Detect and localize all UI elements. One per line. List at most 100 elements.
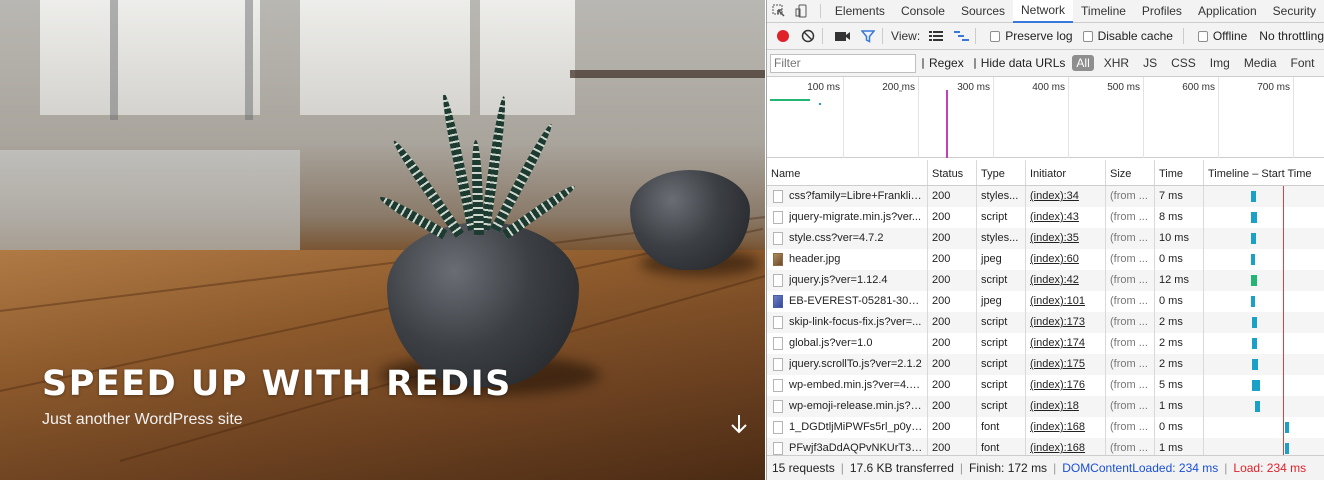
cell-status: 200 — [928, 417, 977, 438]
divider: | — [959, 461, 964, 475]
cell-size: (from ... — [1106, 291, 1155, 312]
cell-name[interactable]: jquery.scrollTo.js?ver=2.1.2 — [767, 354, 928, 375]
filter-icon[interactable] — [859, 25, 879, 47]
cell-status: 200 — [928, 228, 977, 249]
timing-bar — [1251, 191, 1256, 202]
filter-type-img[interactable]: Img — [1206, 55, 1234, 71]
table-row[interactable]: style.css?ver=4.7.2 200 styles... (index):3… — [767, 228, 1324, 249]
table-row[interactable]: skip-link-focus-fix.js?ver=... 200 script(… — [767, 312, 1324, 333]
column-header[interactable]: Name — [767, 160, 928, 185]
regex-checkbox[interactable] — [922, 57, 924, 69]
table-row[interactable]: 1_DGDtljMiPWFs5rl_p0yGl... 200 font (index)… — [767, 417, 1324, 438]
overview-tick-label: 400 ms — [1032, 82, 1065, 93]
column-header[interactable]: Status — [928, 160, 977, 185]
cell-initiator[interactable]: (index):174 — [1026, 333, 1106, 354]
file-icon — [773, 421, 783, 434]
table-row[interactable]: global.js?ver=1.0 200 script (index):174 (fr… — [767, 333, 1324, 354]
cell-name[interactable]: PFwjf3aDdAQPvNKUrT3U... — [767, 438, 928, 455]
device-mode-icon[interactable] — [791, 0, 815, 23]
cell-initiator[interactable]: (index):42 — [1026, 270, 1106, 291]
preserve-log-checkbox[interactable] — [990, 30, 1001, 42]
cell-initiator[interactable]: (index):35 — [1026, 228, 1106, 249]
cell-status: 200 — [928, 186, 977, 207]
file-icon — [773, 442, 783, 455]
disable-cache-label: Disable cache — [1097, 29, 1173, 43]
cell-name[interactable]: 1_DGDtljMiPWFs5rl_p0yGl... — [767, 417, 928, 438]
tab-application[interactable]: Application — [1190, 0, 1265, 23]
cell-name[interactable]: header.jpg — [767, 249, 928, 270]
tab-timeline[interactable]: Timeline — [1073, 0, 1134, 23]
tab-network[interactable]: Network — [1013, 0, 1074, 23]
cell-initiator[interactable]: (index):173 — [1026, 312, 1106, 333]
cell-timeline — [1204, 417, 1324, 438]
cell-name[interactable]: skip-link-focus-fix.js?ver=... — [767, 312, 928, 333]
column-header[interactable]: Size — [1106, 160, 1155, 185]
cell-status: 200 — [928, 249, 977, 270]
cell-type: script — [977, 207, 1026, 228]
cell-name[interactable]: css?family=Libre+Franklin... — [767, 186, 928, 207]
table-row[interactable]: jquery-migrate.min.js?ver... 200 script (in… — [767, 207, 1324, 228]
cell-name[interactable]: EB-EVEREST-05281-300... — [767, 291, 928, 312]
cell-initiator[interactable]: (index):176 — [1026, 375, 1106, 396]
filter-type-xhr[interactable]: XHR — [1100, 55, 1133, 71]
tab-profiles[interactable]: Profiles — [1134, 0, 1190, 23]
column-header[interactable]: Timeline – Start Time — [1204, 160, 1324, 185]
column-header[interactable]: Type — [977, 160, 1026, 185]
tab-console[interactable]: Console — [893, 0, 953, 23]
cell-timeline — [1204, 312, 1324, 333]
screenshot-capture-icon[interactable] — [833, 25, 853, 47]
cell-name[interactable]: jquery.js?ver=1.12.4 — [767, 270, 928, 291]
waterfall-overview-icon[interactable] — [952, 25, 972, 47]
offline-checkbox[interactable] — [1197, 30, 1208, 42]
tab-sources[interactable]: Sources — [953, 0, 1013, 23]
cell-name[interactable]: wp-embed.min.js?ver=4.7.2 — [767, 375, 928, 396]
filter-type-media[interactable]: Media — [1240, 55, 1281, 71]
column-header[interactable]: Time — [1155, 160, 1204, 185]
cell-initiator[interactable]: (index):60 — [1026, 249, 1106, 270]
site-title[interactable]: SPEED UP WITH REDIS — [42, 364, 512, 404]
cell-name[interactable]: jquery-migrate.min.js?ver... — [767, 207, 928, 228]
record-button[interactable] — [773, 25, 793, 47]
cell-name[interactable]: style.css?ver=4.7.2 — [767, 228, 928, 249]
cell-name[interactable]: global.js?ver=1.0 — [767, 333, 928, 354]
table-row[interactable]: jquery.js?ver=1.12.4 200 script (index):42(… — [767, 270, 1324, 291]
cell-initiator[interactable]: (index):168 — [1026, 417, 1106, 438]
cell-type: script — [977, 270, 1026, 291]
cell-size: (from ... — [1106, 249, 1155, 270]
filter-type-css[interactable]: CSS — [1167, 55, 1200, 71]
hide-data-urls-checkbox[interactable] — [973, 57, 976, 69]
filter-type-all[interactable]: All — [1072, 55, 1094, 71]
table-row[interactable]: wp-embed.min.js?ver=4.7.2 200 script (index… — [767, 375, 1324, 396]
disable-cache-checkbox[interactable] — [1082, 30, 1093, 42]
cell-initiator[interactable]: (index):18 — [1026, 396, 1106, 417]
cell-name[interactable]: wp-emoji-release.min.js?v... — [767, 396, 928, 417]
large-rows-icon[interactable] — [926, 25, 946, 47]
table-row[interactable]: css?family=Libre+Franklin... 200 styles...… — [767, 186, 1324, 207]
filter-input[interactable] — [770, 53, 916, 73]
cell-initiator[interactable]: (index):34 — [1026, 186, 1106, 207]
timeline-overview[interactable]: 100 ms 200 ms 300 ms 400 ms 500 ms 600 ms 700 … — [767, 77, 1324, 158]
timing-bar — [1285, 443, 1289, 454]
cell-initiator[interactable]: (index):175 — [1026, 354, 1106, 375]
table-row[interactable]: wp-emoji-release.min.js?v... 200 script (in… — [767, 396, 1324, 417]
table-row[interactable]: EB-EVEREST-05281-300... 200 jpeg (index):10… — [767, 291, 1324, 312]
tab-security[interactable]: Security — [1265, 0, 1324, 23]
column-header[interactable]: Initiator — [1026, 160, 1106, 185]
cell-initiator[interactable]: (index):43 — [1026, 207, 1106, 228]
cell-initiator[interactable]: (index):101 — [1026, 291, 1106, 312]
inspect-element-icon[interactable] — [767, 0, 791, 23]
table-row[interactable]: PFwjf3aDdAQPvNKUrT3U... 200 font (index):16… — [767, 438, 1324, 455]
filter-type-js[interactable]: JS — [1139, 55, 1161, 71]
table-row[interactable]: jquery.scrollTo.js?ver=2.1.2 200 script (in… — [767, 354, 1324, 375]
tab-elements[interactable]: Elements — [827, 0, 893, 23]
filter-type-font[interactable]: Font — [1287, 55, 1319, 71]
preserve-log-label: Preserve log — [1005, 29, 1073, 43]
arrow-down-icon[interactable] — [729, 412, 749, 436]
clear-icon[interactable] — [799, 25, 819, 47]
table-row[interactable]: header.jpg 200 jpeg (index):60 (from ... 0 ms — [767, 249, 1324, 270]
throttling-select[interactable]: No throttling — [1259, 29, 1324, 43]
cell-size: (from ... — [1106, 396, 1155, 417]
divider: | — [1224, 461, 1228, 475]
grid-line — [843, 77, 844, 158]
cell-initiator[interactable]: (index):168 — [1026, 438, 1106, 455]
